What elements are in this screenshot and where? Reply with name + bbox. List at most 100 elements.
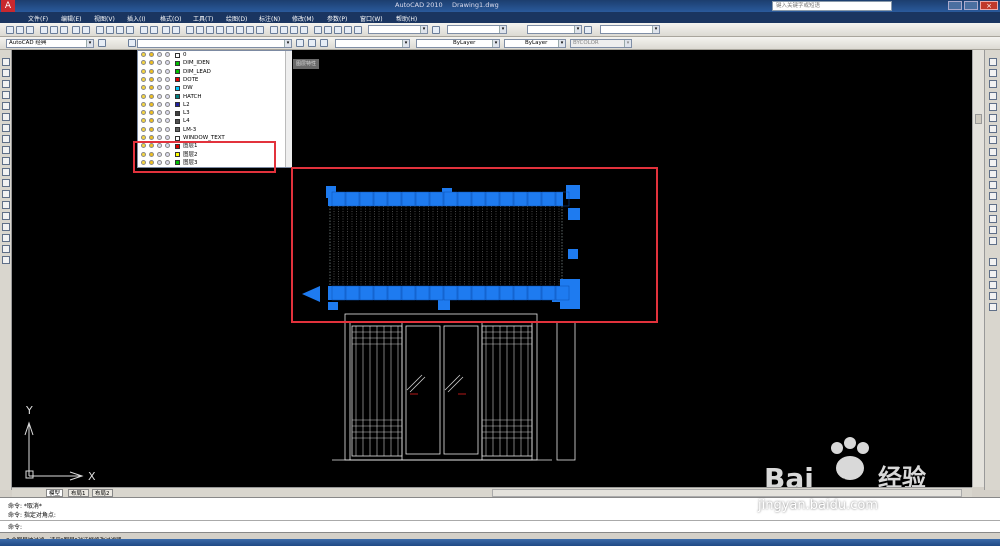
arc-icon[interactable] [2, 113, 10, 121]
layer-plot-icon[interactable] [165, 126, 170, 132]
menu-tools[interactable]: 工具(T) [193, 14, 213, 23]
draworder-4-icon[interactable] [989, 292, 997, 300]
extra-1-icon[interactable] [314, 26, 322, 34]
multileader-style-combo[interactable]: ▾ [600, 25, 660, 34]
layer-bulb-icon[interactable] [141, 60, 146, 66]
spline-icon[interactable] [2, 146, 10, 154]
layer-previous-icon[interactable] [308, 39, 316, 47]
layer-properties-icon[interactable] [128, 39, 136, 47]
layer-list-scrollbar[interactable] [285, 51, 292, 167]
publish-icon[interactable] [60, 26, 68, 34]
layer-bulb-icon[interactable] [141, 93, 146, 99]
explode-icon[interactable] [989, 237, 997, 246]
layer-sun-icon[interactable] [149, 68, 154, 74]
layer-bulb-icon[interactable] [141, 68, 146, 74]
layer-row[interactable]: DIM_IDEN [138, 59, 286, 67]
close-button[interactable]: × [980, 1, 998, 10]
array-icon[interactable] [989, 102, 997, 111]
extra-5-icon[interactable] [354, 26, 362, 34]
table-icon[interactable] [2, 245, 10, 253]
offset-icon[interactable] [989, 91, 997, 100]
layer-lock-icon[interactable] [157, 135, 162, 140]
make-current-icon[interactable] [296, 39, 304, 47]
layer-plot-icon[interactable] [165, 60, 170, 66]
layer-sun-icon[interactable] [149, 52, 154, 57]
layer-row[interactable]: DIM_LEAD [138, 68, 286, 76]
layer-color-swatch[interactable] [175, 60, 180, 66]
polyline-icon[interactable] [2, 80, 10, 88]
app-logo-icon[interactable]: A [1, 0, 15, 12]
layer-sun-icon[interactable] [149, 60, 154, 66]
draworder-5-icon[interactable] [989, 303, 997, 312]
menu-insert[interactable]: 插入(I) [127, 14, 145, 23]
layer-sun-icon[interactable] [149, 76, 154, 82]
layer-sun-icon[interactable] [149, 101, 154, 107]
layer-plot-icon[interactable] [165, 76, 170, 82]
menu-format[interactable]: 格式(O) [160, 14, 181, 23]
layer-color-swatch[interactable] [175, 135, 180, 141]
dim-style-combo[interactable]: ▾ [447, 25, 507, 34]
door-drawing[interactable] [332, 313, 576, 461]
layer-color-swatch[interactable] [175, 77, 180, 83]
layer-plot-icon[interactable] [165, 135, 170, 140]
extra-4-icon[interactable] [344, 26, 352, 34]
layer-plot-icon[interactable] [165, 52, 170, 57]
layer-row[interactable]: DW [138, 84, 286, 92]
layer-row[interactable]: 0 [138, 51, 286, 59]
layer-plot-icon[interactable] [165, 93, 170, 99]
layer-lock-icon[interactable] [157, 101, 162, 107]
layer-color-swatch[interactable] [175, 94, 180, 99]
menu-file[interactable]: 文件(F) [28, 14, 48, 23]
insert-block-icon[interactable] [2, 179, 10, 187]
draworder-1-icon[interactable] [989, 258, 997, 267]
layer-color-swatch[interactable] [175, 118, 180, 124]
layer-lock-icon[interactable] [157, 76, 162, 82]
calc-icon[interactable] [246, 26, 254, 34]
trim-icon[interactable] [989, 158, 997, 167]
layer-lock-icon[interactable] [157, 126, 162, 132]
layer-color-swatch[interactable] [175, 85, 180, 91]
plotstyle-combo[interactable]: BYCOLOR ▾ [570, 39, 632, 48]
erase-icon[interactable] [989, 58, 997, 66]
layer-combo[interactable]: ▾ [137, 39, 292, 48]
layer-row[interactable]: L2 [138, 101, 286, 109]
horizontal-scrollbar[interactable] [492, 489, 962, 497]
layer-sun-icon[interactable] [149, 85, 154, 91]
layer-row[interactable]: DOTE [138, 76, 286, 84]
break-icon[interactable] [989, 192, 997, 201]
menu-draw[interactable]: 绘图(D) [226, 14, 247, 23]
search-input[interactable]: 键入关键字或短语 [772, 1, 892, 11]
layer-bulb-icon[interactable] [141, 118, 146, 124]
layer-row[interactable]: L4 [138, 117, 286, 125]
layer-bulb-icon[interactable] [141, 52, 146, 57]
mleader-icon[interactable] [300, 26, 308, 34]
line-icon[interactable] [2, 58, 10, 66]
tab-layout1[interactable]: 布局1 [68, 489, 89, 497]
revision-cloud-icon[interactable] [2, 135, 10, 143]
color-combo[interactable]: ▾ [335, 39, 410, 48]
menu-view[interactable]: 视图(V) [94, 14, 115, 23]
join-icon[interactable] [989, 203, 997, 212]
zoom-window-icon[interactable] [172, 26, 180, 34]
minimize-button[interactable] [948, 1, 962, 10]
copy-obj-icon[interactable] [989, 69, 997, 78]
layer-color-swatch[interactable] [175, 127, 180, 133]
stretch-icon[interactable] [989, 147, 997, 156]
text-style-combo[interactable]: ▾ [368, 25, 428, 34]
ellipse-arc-icon[interactable] [2, 168, 10, 176]
layer-color-swatch[interactable] [175, 69, 180, 75]
paste-icon[interactable] [96, 26, 104, 34]
layer-lock-icon[interactable] [157, 60, 162, 66]
cut-icon[interactable] [72, 26, 80, 34]
layer-sun-icon[interactable] [149, 118, 154, 124]
copy-icon[interactable] [82, 26, 90, 34]
help-icon[interactable] [256, 26, 264, 34]
layer-sun-icon[interactable] [149, 110, 154, 116]
layer-bulb-icon[interactable] [141, 126, 146, 132]
vertical-scrollbar[interactable] [972, 50, 984, 487]
properties-icon[interactable] [196, 26, 204, 34]
linetype-combo[interactable]: ByLayer ▾ [416, 39, 500, 48]
circle-icon[interactable] [2, 124, 10, 132]
zoom-previous-icon[interactable] [186, 26, 194, 34]
mirror-icon[interactable] [989, 80, 997, 89]
